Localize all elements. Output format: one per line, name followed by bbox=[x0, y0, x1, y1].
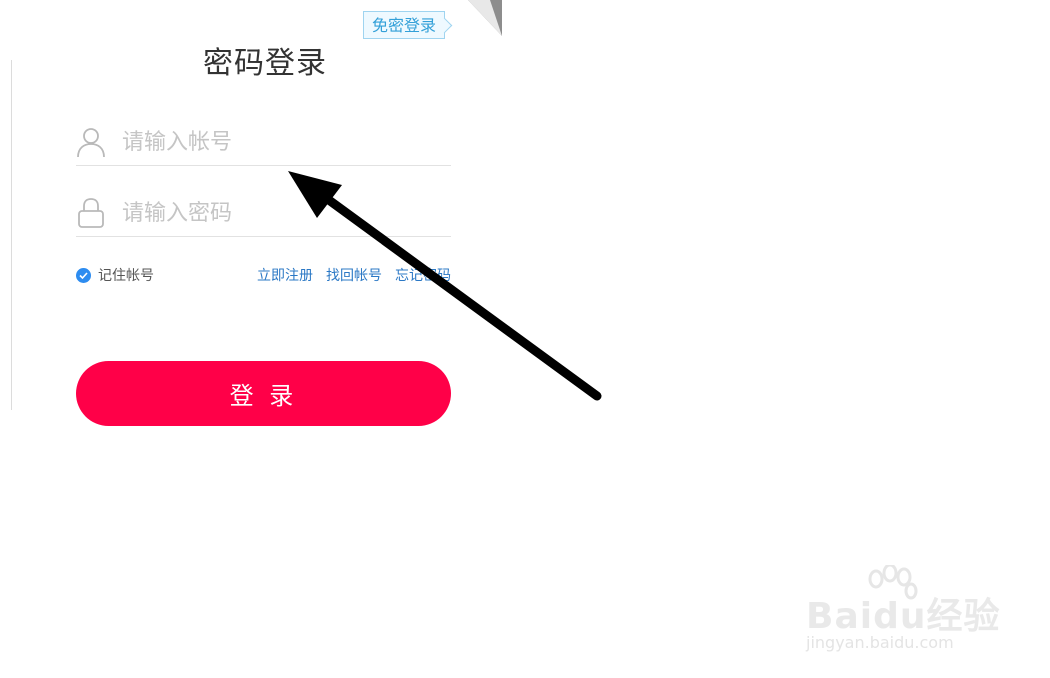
remember-checkbox[interactable] bbox=[76, 267, 91, 283]
account-field bbox=[76, 119, 451, 166]
watermark-url: jingyan.baidu.com bbox=[806, 633, 954, 652]
password-field bbox=[76, 190, 451, 237]
check-icon bbox=[79, 271, 88, 279]
find-account-link[interactable]: 找回帐号 bbox=[326, 265, 382, 285]
password-input[interactable] bbox=[122, 196, 442, 230]
login-button[interactable]: 登 录 bbox=[76, 361, 451, 426]
remember-account[interactable]: 记住帐号 bbox=[76, 265, 154, 285]
user-icon bbox=[77, 128, 105, 158]
login-options: 记住帐号 立即注册 找回帐号 忘记密码 bbox=[76, 262, 451, 286]
remember-label: 记住帐号 bbox=[98, 268, 154, 284]
panel-divider bbox=[11, 60, 12, 410]
lock-icon bbox=[78, 198, 104, 228]
baidu-watermark: Baidu经验 jingyan.baidu.com bbox=[802, 565, 1002, 660]
forgot-password-link[interactable]: 忘记密码 bbox=[395, 265, 451, 285]
corner-fold-icon[interactable] bbox=[468, 0, 502, 36]
watermark-brand: Baidu经验 bbox=[806, 596, 1001, 637]
account-links: 立即注册 找回帐号 忘记密码 bbox=[257, 265, 451, 285]
account-input[interactable] bbox=[122, 125, 442, 159]
register-link[interactable]: 立即注册 bbox=[257, 265, 313, 285]
qr-login-switch[interactable]: 免密登录 bbox=[363, 11, 446, 39]
page-title: 密码登录 bbox=[203, 46, 327, 81]
